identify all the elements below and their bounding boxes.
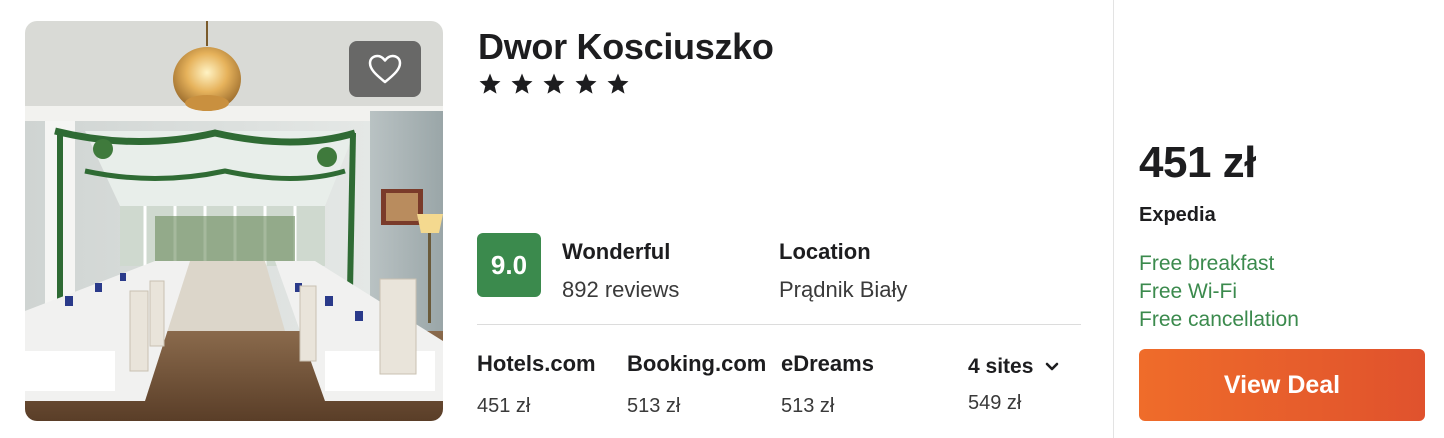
star-icon (478, 72, 502, 96)
deal-perks: Free breakfast Free Wi-Fi Free cancellat… (1139, 250, 1299, 334)
star-icon (574, 72, 598, 96)
location-value: Prądnik Biały (779, 277, 908, 302)
column-divider (1113, 0, 1114, 438)
star-icon (510, 72, 534, 96)
star-rating (478, 72, 630, 96)
location-label: Location (779, 239, 871, 264)
review-score-label: Wonderful (562, 239, 671, 264)
provider-price-hotels-com[interactable]: Hotels.com 451 zł (477, 351, 596, 418)
perk-item: Free breakfast (1139, 252, 1275, 275)
more-sites-label: 4 sites (968, 355, 1034, 378)
favorite-button[interactable] (349, 41, 421, 97)
perk-item: Free cancellation (1139, 308, 1299, 331)
view-deal-button[interactable]: View Deal (1139, 349, 1425, 421)
provider-name: Hotels.com (477, 351, 596, 376)
chevron-down-icon (1046, 362, 1059, 371)
deal-provider: Expedia (1139, 204, 1216, 226)
star-icon (606, 72, 630, 96)
hotel-result-card: Dwor Kosciuszko 9.0 Wonderful 892 review… (0, 0, 1444, 438)
deal-price: 451 zł (1139, 138, 1256, 187)
provider-name: Booking.com (627, 351, 767, 376)
more-sites-price: 549 zł (968, 392, 1022, 414)
more-sites-dropdown[interactable]: 4 sites (968, 355, 1059, 379)
provider-price: 513 zł (627, 395, 681, 417)
provider-price: 451 zł (477, 395, 531, 417)
provider-price-edreams[interactable]: eDreams 513 zł (781, 351, 874, 418)
divider (477, 324, 1081, 325)
review-count: 892 reviews (562, 277, 680, 302)
provider-name: eDreams (781, 351, 874, 376)
hotel-name[interactable]: Dwor Kosciuszko (478, 26, 774, 68)
star-icon (542, 72, 566, 96)
review-score-badge: 9.0 (477, 233, 541, 297)
heart-icon (368, 54, 402, 84)
provider-price: 513 zł (781, 395, 835, 417)
perk-item: Free Wi-Fi (1139, 280, 1237, 303)
provider-price-booking-com[interactable]: Booking.com 513 zł (627, 351, 766, 418)
